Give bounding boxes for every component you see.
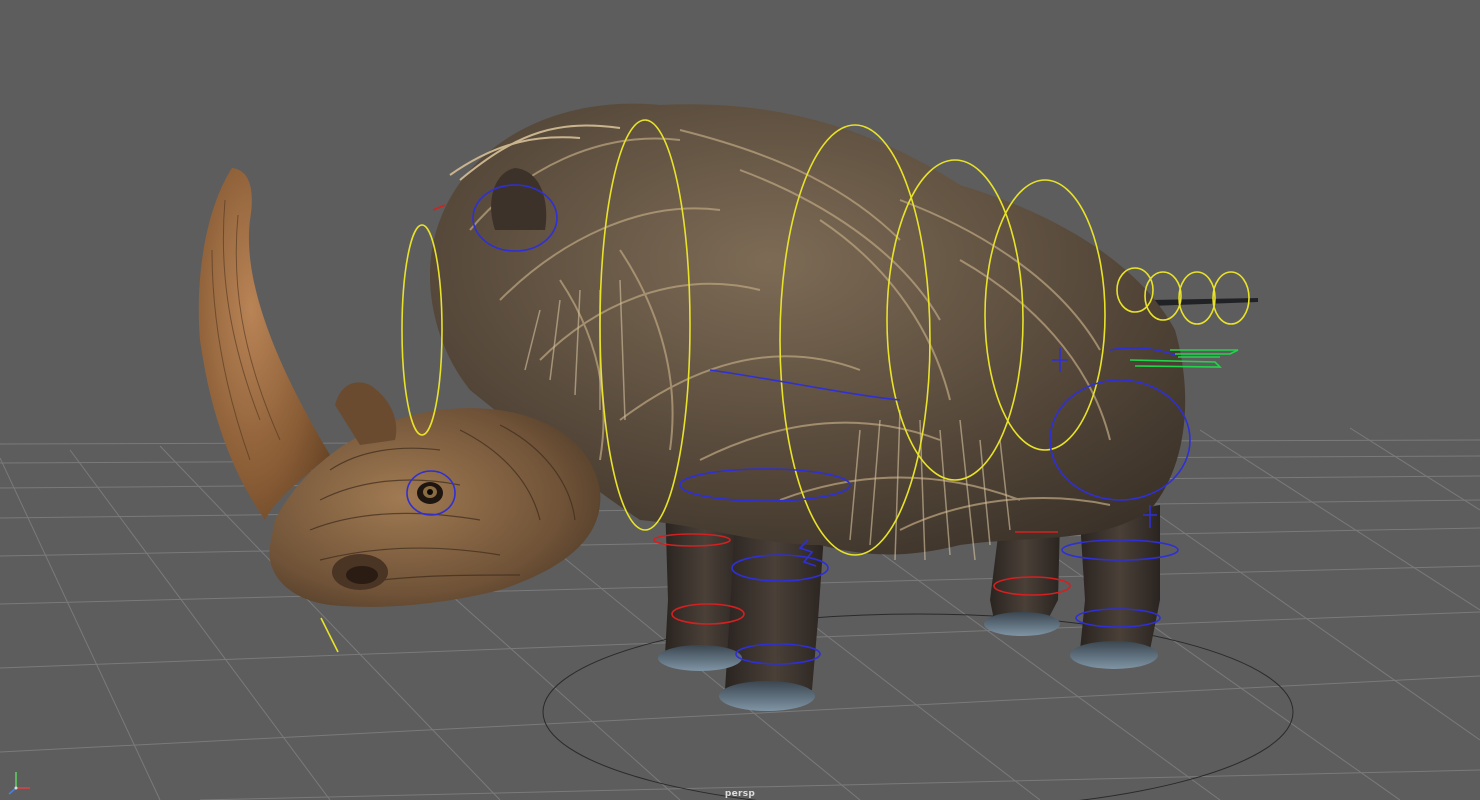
ground-control-circle[interactable] [542, 613, 1294, 800]
rhino-tail [1150, 298, 1258, 306]
tail-control-ring-4[interactable] [1212, 271, 1250, 325]
tail-control-ring-3[interactable] [1178, 271, 1216, 325]
camera-name-label: persp [724, 789, 756, 799]
head-control-ring[interactable] [401, 224, 443, 436]
rhino-horn[interactable] [198, 168, 330, 520]
scene-canvas[interactable] [0, 0, 1480, 800]
maya-perspective-viewport[interactable]: persp [0, 0, 1480, 800]
